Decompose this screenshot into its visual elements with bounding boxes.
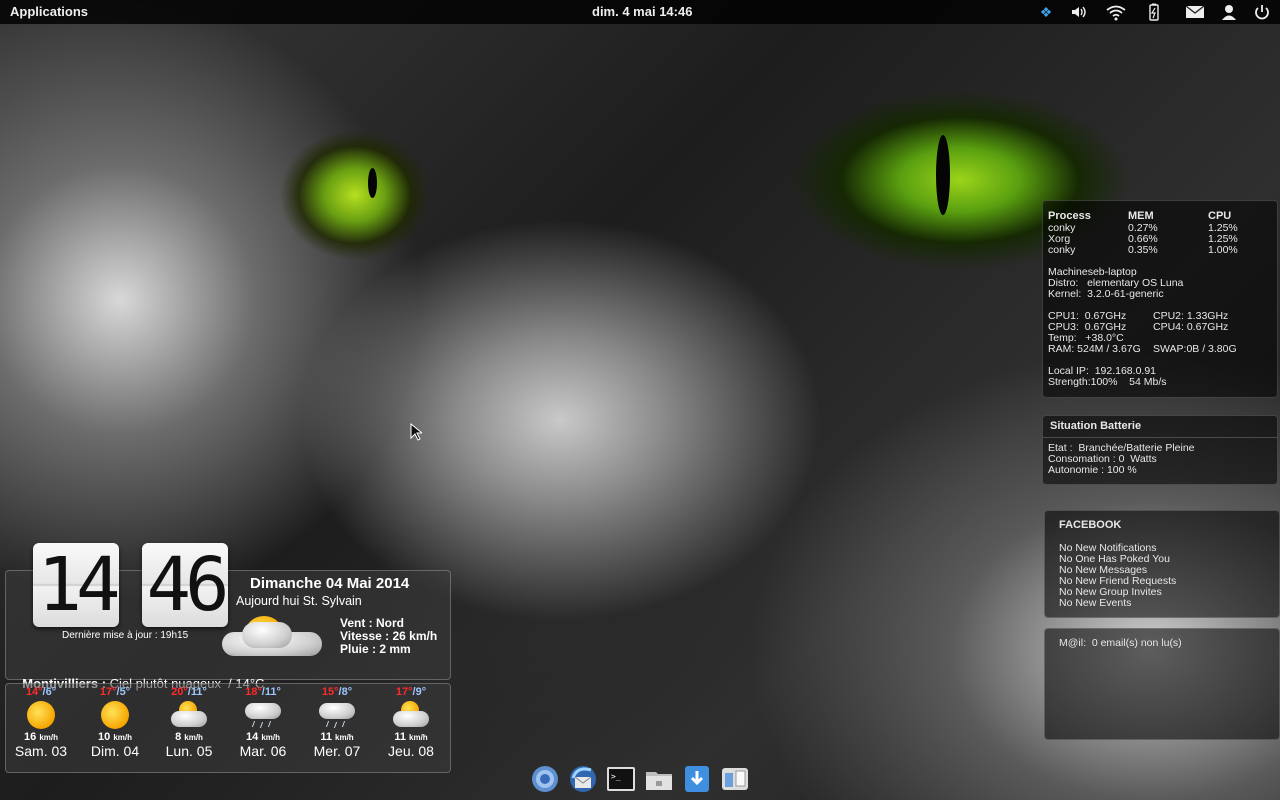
volume-icon[interactable] [1070,3,1088,21]
last-update: Dernière mise à jour : 19h15 [62,630,189,641]
svg-text:>_: >_ [611,772,621,781]
battery-icon[interactable] [1145,3,1163,21]
forecast-high: 15° [321,686,339,698]
forecast-day: 14°/6° 16 km/h Sam. 03 [6,686,76,759]
applications-menu[interactable]: Applications [10,4,88,19]
forecast-wind-unit: km/h [409,733,428,742]
forecast-wind: 11 [394,731,406,743]
switchboard-icon[interactable] [720,764,750,794]
forecast-panel: 14°/6° 16 km/h Sam. 03 17°/5° 10 km/h Di… [5,683,451,773]
forecast-wind: 14 [246,731,259,743]
forecast-low: /9° [412,686,427,698]
forecast-high: 20° [171,686,188,698]
forecast-wind: 8 [175,731,182,743]
forecast-wind: 11 [320,731,332,743]
cpu4-freq: CPU4: 0.67GHz [1153,321,1229,333]
dropbox-icon[interactable]: ❖ [1037,3,1055,21]
facebook-title: FACEBOOK [1059,519,1122,531]
wind-speed: Vitesse : 26 km/h [340,629,438,643]
rain-cloud-icon [245,701,281,729]
process-name: conky [1048,244,1076,256]
forecast-low: /11° [261,686,281,698]
forecast-wind: 10 [98,731,111,743]
chromium-icon[interactable] [530,764,560,794]
battery-title: Situation Batterie [1050,420,1142,432]
forecast-wind-unit: km/h [39,733,58,742]
mail-icon[interactable] [1185,3,1205,21]
forecast-day-name: Mar. 06 [239,743,287,759]
mail-status: M@il: 0 email(s) non lu(s) [1059,637,1182,649]
mouse-cursor-icon [410,422,424,445]
battery-panel: Situation Batterie Etat : Branchée/Batte… [1042,415,1278,485]
forecast-day-name: Sam. 03 [14,743,68,759]
forecast-day: 17°/9° 11 km/h Jeu. 08 [376,686,446,759]
forecast-high: 14° [25,686,43,698]
kernel: Kernel: 3.2.0-61-generic [1048,288,1164,300]
forecast-wind-unit: km/h [184,733,203,742]
top-panel: Applications dim. 4 mai 14:46 ❖ [0,0,1280,24]
divider [1043,437,1277,438]
forecast-day: 20°/11° 8 km/h Lun. 05 [154,686,224,759]
files-icon[interactable] [644,764,674,794]
forecast-day: 18°/11° 14 km/h Mar. 06 [228,686,298,759]
swap-usage: SWAP:0B / 3.80G [1153,343,1237,355]
wind-direction: Vent : Nord [340,616,405,630]
forecast-wind-unit: km/h [335,733,354,742]
cloudy-sun-icon [222,610,322,662]
forecast-day-name: Mer. 07 [313,743,361,759]
mem-header: MEM [1128,210,1154,222]
cloudy-sun-icon [393,701,429,729]
forecast-wind-unit: km/h [261,733,280,742]
forecast-low: /11° [187,686,207,698]
panel-clock[interactable]: dim. 4 mai 14:46 [592,4,692,19]
user-icon[interactable] [1220,3,1238,21]
conky-system-panel: Process MEM CPU conky 0.27% 1.25% Xorg 0… [1042,200,1278,398]
process-mem: 0.35% [1128,244,1158,256]
rain-cloud-icon [319,701,355,729]
cpu-header: CPU [1208,210,1232,222]
clock-hour: 14 [33,543,121,627]
process-cpu: 1.00% [1208,244,1238,256]
wifi-strength: Strength:100% 54 Mb/s [1048,376,1167,388]
facebook-panel: FACEBOOK No New Notifications No One Has… [1044,510,1280,618]
wifi-icon[interactable] [1105,3,1127,21]
ram-usage: RAM: 524M / 3.67G [1048,343,1141,355]
mail-panel: M@il: 0 email(s) non lu(s) [1044,628,1280,740]
forecast-day-name: Dim. 04 [90,743,140,759]
forecast-high: 17° [99,686,117,698]
forecast-day-name: Lun. 05 [165,743,213,759]
dock: >_ [528,760,756,800]
forecast-day: 17°/5° 10 km/h Dim. 04 [80,686,150,759]
battery-autonomy: Autonomie : 100 % [1048,464,1137,476]
forecast-wind: 16 [24,731,37,743]
forecast-wind-unit: km/h [113,733,132,742]
process-header: Process [1048,210,1091,222]
forecast-low: /5° [116,686,131,698]
sun-icon [97,701,133,729]
forecast-day: 15°/8° 11 km/h Mer. 07 [302,686,372,759]
rain-amount: Pluie : 2 mm [340,642,411,656]
forecast-high: 17° [395,686,413,698]
cloudy-sun-icon [171,701,207,729]
forecast-low: /8° [338,686,353,698]
facebook-item: No New Events [1059,597,1132,609]
forecast-low: /6° [42,686,57,698]
power-icon[interactable] [1253,3,1271,21]
current-date: Dimanche 04 Mai 2014 [250,575,410,592]
saint-of-day: Aujourd hui St. Sylvain [236,594,362,608]
forecast-day-name: Jeu. 08 [388,743,434,759]
forecast-high: 18° [245,686,262,698]
terminal-icon[interactable]: >_ [606,764,636,794]
clock-minute: 46 [142,543,230,627]
thunderbird-icon[interactable] [568,764,598,794]
sun-icon [23,701,59,729]
downloads-icon[interactable] [682,764,712,794]
